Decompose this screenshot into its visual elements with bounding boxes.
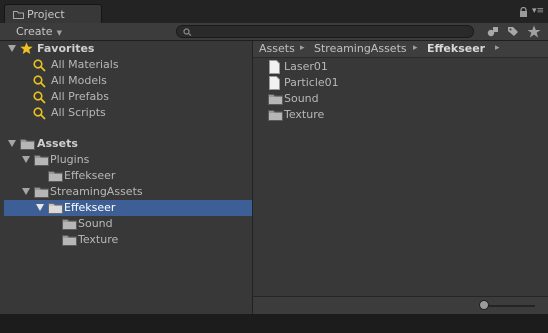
search-field[interactable]	[176, 25, 474, 38]
tree-item-label: All Models	[51, 74, 107, 87]
tree-item-label: All Materials	[51, 58, 119, 71]
breadcrumb-separator-icon: ▸	[300, 43, 305, 53]
search-icon	[33, 107, 46, 120]
search-icon	[183, 28, 192, 36]
folder-icon	[62, 219, 77, 230]
tree-item-label: Sound	[78, 217, 113, 230]
create-button[interactable]: Create ▼	[10, 24, 68, 39]
file-item-laser01[interactable]: Laser01	[253, 59, 493, 75]
tree-item-plugins-effekseer[interactable]: Effekseer	[0, 168, 252, 184]
tree-item-texture[interactable]: Texture	[0, 232, 252, 248]
folder-icon	[34, 155, 49, 166]
window-bottom-edge	[0, 314, 548, 333]
file-item-label: Texture	[284, 108, 325, 121]
tree-item-label: Plugins	[50, 153, 90, 166]
tab-project[interactable]: Project	[4, 4, 102, 23]
tree-item-label: Effekseer	[64, 201, 116, 214]
search-by-label-button[interactable]	[504, 24, 522, 39]
breadcrumb: Assets ▸ StreamingAssets ▸ Effekseer ▸	[253, 41, 548, 58]
zoom-slider-handle[interactable]	[479, 300, 489, 310]
tree-item-assets[interactable]: Assets	[0, 136, 252, 152]
file-icon	[269, 60, 280, 74]
expand-arrow-icon[interactable]	[8, 140, 16, 147]
star-icon	[527, 25, 541, 38]
tree-item-all-materials[interactable]: All Materials	[0, 57, 252, 73]
search-icon	[33, 75, 46, 88]
tree-item-effekseer-selected[interactable]: Effekseer	[4, 200, 252, 216]
file-icon	[269, 76, 280, 90]
expand-arrow-icon[interactable]	[22, 188, 30, 195]
folder-icon	[268, 110, 283, 121]
breadcrumb-item-assets[interactable]: Assets	[259, 42, 295, 55]
expand-arrow-icon[interactable]	[8, 45, 16, 52]
folder-icon	[34, 187, 49, 198]
tree-item-label: All Prefabs	[51, 90, 109, 103]
tab-label: Project	[27, 8, 65, 21]
lock-icon[interactable]	[519, 7, 528, 17]
tree-item-label: Effekseer	[64, 169, 116, 182]
breadcrumb-item-effekseer[interactable]: Effekseer	[427, 42, 485, 55]
tree-item-all-prefabs[interactable]: All Prefabs	[0, 89, 252, 105]
tree-item-label: All Scripts	[51, 106, 106, 119]
status-bar	[253, 296, 548, 315]
folder-icon	[48, 171, 63, 182]
tree-item-streaming-assets[interactable]: StreamingAssets	[0, 184, 252, 200]
folder-icon	[268, 94, 283, 105]
search-by-type-button[interactable]	[484, 24, 502, 39]
label-tag-icon	[508, 27, 518, 36]
menu-icon[interactable]: ▾≡	[532, 6, 544, 16]
tree-item-sound[interactable]: Sound	[0, 216, 252, 232]
tree-item-favorites[interactable]: Favorites	[0, 41, 252, 57]
breadcrumb-item-streaming-assets[interactable]: StreamingAssets	[314, 42, 407, 55]
breadcrumb-separator-icon: ▸	[413, 43, 418, 53]
tree-item-all-models[interactable]: All Models	[0, 73, 252, 89]
tree-item-label: Favorites	[37, 42, 95, 55]
search-icon	[33, 59, 46, 72]
type-filter-icon	[487, 27, 498, 37]
tree-item-label: Texture	[78, 233, 119, 246]
file-item-label: Laser01	[284, 60, 328, 73]
tab-strip: Project ▾≡	[0, 0, 548, 23]
toolbar: Create ▼	[0, 23, 548, 41]
zoom-slider-track[interactable]	[483, 305, 535, 307]
tree-item-plugins[interactable]: Plugins	[0, 152, 252, 168]
star-icon	[20, 42, 33, 54]
file-item-particle01[interactable]: Particle01	[253, 75, 493, 91]
file-item-label: Particle01	[284, 76, 339, 89]
folder-icon	[62, 235, 77, 246]
folder-tree-pane: Favorites All Materials All Models All P…	[0, 41, 253, 314]
folder-icon	[20, 139, 35, 150]
file-item-texture[interactable]: Texture	[253, 107, 493, 123]
dropdown-arrow-icon: ▼	[56, 29, 62, 37]
file-item-label: Sound	[284, 92, 319, 105]
folder-icon	[48, 203, 63, 214]
tree-item-all-scripts[interactable]: All Scripts	[0, 105, 252, 121]
search-icon	[33, 91, 46, 104]
file-item-sound[interactable]: Sound	[253, 91, 493, 107]
breadcrumb-separator-icon: ▸	[495, 43, 500, 53]
save-search-button[interactable]	[526, 24, 544, 39]
create-button-label: Create	[16, 25, 53, 38]
tree-item-label: StreamingAssets	[50, 185, 143, 198]
expand-arrow-icon[interactable]	[22, 156, 30, 163]
folder-icon	[13, 11, 24, 19]
expand-arrow-icon[interactable]	[36, 204, 44, 211]
tree-item-label: Assets	[37, 137, 78, 150]
folder-contents-pane: Assets ▸ StreamingAssets ▸ Effekseer ▸ L…	[253, 41, 548, 315]
